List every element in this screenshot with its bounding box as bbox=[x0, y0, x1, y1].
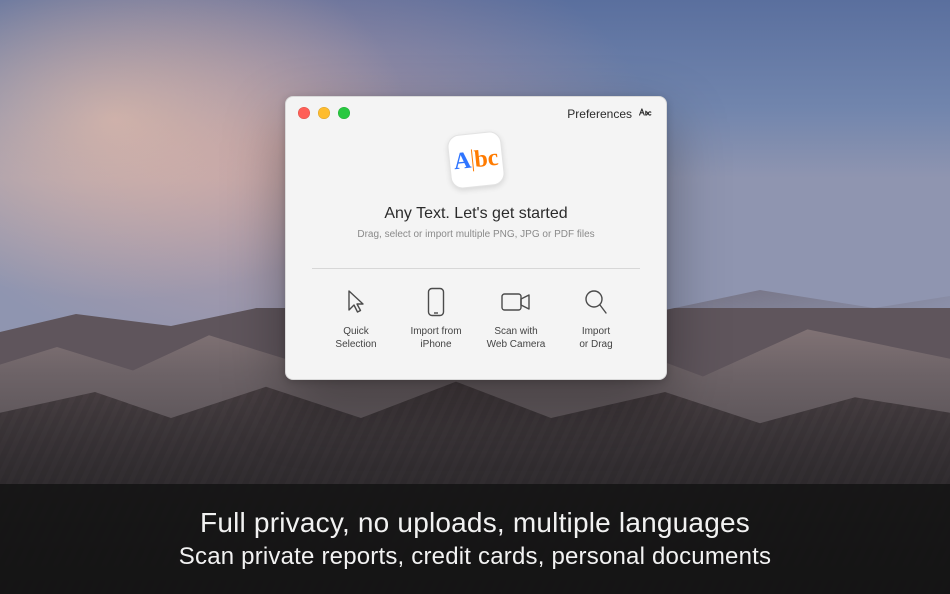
import-iphone-button[interactable]: Import from iPhone bbox=[396, 283, 476, 355]
hero-subtitle: Drag, select or import multiple PNG, JPG… bbox=[357, 229, 594, 240]
preferences-button[interactable]: Preferences bbox=[567, 105, 652, 122]
scan-camera-button[interactable]: Scan with Web Camera bbox=[476, 283, 556, 355]
magnifier-icon bbox=[583, 287, 609, 317]
import-drag-label: Import or Drag bbox=[579, 325, 612, 351]
quick-selection-button[interactable]: Quick Selection bbox=[316, 283, 396, 355]
preferences-icon bbox=[638, 105, 652, 122]
app-window: Preferences Abc Any Text. Let's get star… bbox=[285, 96, 667, 380]
desktop-wallpaper: Preferences Abc Any Text. Let's get star… bbox=[0, 0, 950, 594]
hero-section: Abc Any Text. Let's get started Drag, se… bbox=[286, 129, 666, 256]
window-traffic-lights bbox=[298, 107, 350, 119]
app-icon: Abc bbox=[446, 130, 505, 189]
window-close-button[interactable] bbox=[298, 107, 310, 119]
promo-caption: Full privacy, no uploads, multiple langu… bbox=[0, 484, 950, 594]
app-icon-text: Abc bbox=[452, 146, 499, 175]
window-titlebar[interactable]: Preferences bbox=[286, 97, 666, 129]
import-drag-button[interactable]: Import or Drag bbox=[556, 283, 636, 355]
preferences-label: Preferences bbox=[567, 107, 632, 121]
hero-title: Any Text. Let's get started bbox=[384, 205, 567, 223]
iphone-icon bbox=[426, 287, 446, 317]
window-zoom-button[interactable] bbox=[338, 107, 350, 119]
divider bbox=[312, 268, 640, 269]
promo-line-2: Scan private reports, credit cards, pers… bbox=[179, 543, 771, 571]
promo-line-1: Full privacy, no uploads, multiple langu… bbox=[200, 507, 750, 539]
quick-selection-label: Quick Selection bbox=[335, 325, 376, 351]
import-iphone-label: Import from iPhone bbox=[410, 325, 461, 351]
camera-icon bbox=[500, 287, 532, 317]
cursor-icon bbox=[343, 287, 369, 317]
scan-camera-label: Scan with Web Camera bbox=[487, 325, 546, 351]
window-minimize-button[interactable] bbox=[318, 107, 330, 119]
actions-row: Quick Selection Import from iPhone bbox=[286, 283, 666, 355]
